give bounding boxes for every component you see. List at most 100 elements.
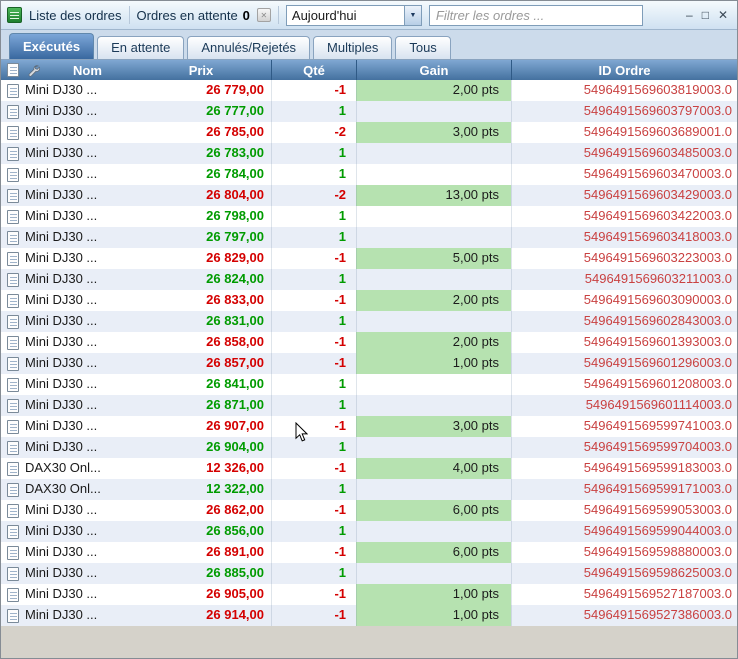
- order-icon-cell: [1, 185, 25, 206]
- tab-tous[interactable]: Tous: [395, 36, 451, 59]
- document-icon: [7, 608, 19, 623]
- order-name: Mini DJ30 ...: [25, 607, 98, 622]
- maximize-button[interactable]: □: [702, 8, 709, 22]
- order-qty: 1: [271, 563, 356, 584]
- tab-multiples[interactable]: Multiples: [313, 36, 393, 59]
- filter-orders-input[interactable]: [428, 4, 643, 26]
- order-name: Mini DJ30 ...: [25, 418, 98, 433]
- order-id: 5496491569599741003.0: [511, 416, 737, 437]
- order-row[interactable]: Mini DJ30 ... 26 833,00 -1 2,00 pts 5496…: [1, 290, 737, 311]
- order-row[interactable]: Mini DJ30 ... 26 841,00 1 54964915696012…: [1, 374, 737, 395]
- order-row[interactable]: Mini DJ30 ... 26 858,00 -1 2,00 pts 5496…: [1, 332, 737, 353]
- order-icon-cell: [1, 269, 25, 290]
- minimize-button[interactable]: –: [686, 8, 693, 22]
- table-header: Nom Prix Qté Gain ID Ordre: [1, 60, 737, 80]
- order-row[interactable]: Mini DJ30 ... 26 862,00 -1 6,00 pts 5496…: [1, 500, 737, 521]
- tab-en-attente[interactable]: En attente: [97, 36, 185, 59]
- order-qty: 1: [271, 269, 356, 290]
- order-price: 26 824,00: [206, 271, 264, 286]
- order-icon-cell: [1, 584, 25, 605]
- column-header-gain[interactable]: Gain: [356, 60, 511, 80]
- chevron-down-icon[interactable]: ▼: [403, 5, 421, 25]
- pending-close-icon[interactable]: ✕: [256, 8, 271, 22]
- order-row[interactable]: Mini DJ30 ... 26 797,00 1 54964915696034…: [1, 227, 737, 248]
- pending-orders-label: Ordres en attente: [136, 7, 238, 23]
- order-row[interactable]: Mini DJ30 ... 26 824,00 1 54964915696032…: [1, 269, 737, 290]
- column-header-prix[interactable]: Prix: [131, 60, 271, 80]
- order-name: Mini DJ30 ...: [25, 187, 98, 202]
- order-row[interactable]: Mini DJ30 ... 26 905,00 -1 1,00 pts 5496…: [1, 584, 737, 605]
- order-row[interactable]: Mini DJ30 ... 26 777,00 1 54964915696037…: [1, 101, 737, 122]
- order-price: 26 856,00: [206, 523, 264, 538]
- document-icon: [7, 272, 19, 287]
- order-id: 5496491569603418003.0: [511, 227, 737, 248]
- order-row[interactable]: Mini DJ30 ... 26 857,00 -1 1,00 pts 5496…: [1, 353, 737, 374]
- order-price: 26 871,00: [206, 397, 264, 412]
- order-price: 26 891,00: [206, 544, 264, 559]
- close-button[interactable]: ✕: [718, 8, 728, 22]
- column-header-nom[interactable]: Nom: [25, 60, 131, 80]
- order-icon-cell: [1, 437, 25, 458]
- order-price: 26 797,00: [206, 229, 264, 244]
- order-row[interactable]: Mini DJ30 ... 26 885,00 1 54964915695986…: [1, 563, 737, 584]
- order-id: 5496491569602843003.0: [511, 311, 737, 332]
- order-icon-cell: [1, 290, 25, 311]
- document-icon: [7, 566, 19, 581]
- tab-executes[interactable]: Exécutés: [9, 33, 95, 59]
- titlebar-separator: [128, 6, 130, 24]
- order-row[interactable]: Mini DJ30 ... 26 783,00 1 54964915696034…: [1, 143, 737, 164]
- header-icon-cell[interactable]: [1, 60, 25, 80]
- order-gain: [356, 206, 511, 227]
- order-row[interactable]: Mini DJ30 ... 26 907,00 -1 3,00 pts 5496…: [1, 416, 737, 437]
- document-icon: [7, 293, 19, 308]
- order-row[interactable]: Mini DJ30 ... 26 798,00 1 54964915696034…: [1, 206, 737, 227]
- order-row[interactable]: DAX30 Onl... 12 322,00 1 549649156959917…: [1, 479, 737, 500]
- orders-table: Nom Prix Qté Gain ID Ordre Mini DJ30 ...…: [1, 60, 737, 626]
- column-header-id-ordre[interactable]: ID Ordre: [511, 60, 737, 80]
- order-name: Mini DJ30 ...: [25, 208, 98, 223]
- order-icon-cell: [1, 143, 25, 164]
- order-id: 5496491569601114003.0: [511, 395, 737, 416]
- period-dropdown[interactable]: Aujourd'hui ▼: [285, 4, 422, 26]
- document-icon: [7, 167, 19, 182]
- order-gain: [356, 164, 511, 185]
- order-id: 5496491569598625003.0: [511, 563, 737, 584]
- titlebar-separator: [277, 6, 279, 24]
- order-row[interactable]: Mini DJ30 ... 26 784,00 1 54964915696034…: [1, 164, 737, 185]
- order-id: 5496491569603223003.0: [511, 248, 737, 269]
- order-id: 5496491569603422003.0: [511, 206, 737, 227]
- order-id: 5496491569599053003.0: [511, 500, 737, 521]
- tab-annules-rejetes[interactable]: Annulés/Rejetés: [187, 36, 311, 59]
- column-header-qte[interactable]: Qté: [271, 60, 356, 80]
- order-id: 5496491569599183003.0: [511, 458, 737, 479]
- order-id: 5496491569527187003.0: [511, 584, 737, 605]
- order-gain: 3,00 pts: [356, 416, 511, 437]
- order-name: Mini DJ30 ...: [25, 124, 98, 139]
- order-id: 5496491569603090003.0: [511, 290, 737, 311]
- order-qty: -1: [271, 500, 356, 521]
- order-icon-cell: [1, 206, 25, 227]
- order-row[interactable]: Mini DJ30 ... 26 804,00 -2 13,00 pts 549…: [1, 185, 737, 206]
- document-icon: [7, 251, 19, 266]
- document-icon: [7, 209, 19, 224]
- order-id: 5496491569603819003.0: [511, 80, 737, 101]
- order-id: 5496491569527386003.0: [511, 605, 737, 626]
- order-row[interactable]: Mini DJ30 ... 26 829,00 -1 5,00 pts 5496…: [1, 248, 737, 269]
- column-label-gain: Gain: [419, 62, 449, 78]
- order-row[interactable]: Mini DJ30 ... 26 856,00 1 54964915695990…: [1, 521, 737, 542]
- order-gain: 2,00 pts: [356, 290, 511, 311]
- order-row[interactable]: Mini DJ30 ... 26 871,00 1 54964915696011…: [1, 395, 737, 416]
- order-row[interactable]: Mini DJ30 ... 26 831,00 1 54964915696028…: [1, 311, 737, 332]
- order-gain: [356, 521, 511, 542]
- wrench-icon[interactable]: [27, 64, 40, 77]
- order-row[interactable]: Mini DJ30 ... 26 779,00 -1 2,00 pts 5496…: [1, 80, 737, 101]
- order-row[interactable]: DAX30 Onl... 12 326,00 -1 4,00 pts 54964…: [1, 458, 737, 479]
- order-row[interactable]: Mini DJ30 ... 26 914,00 -1 1,00 pts 5496…: [1, 605, 737, 626]
- order-icon-cell: [1, 353, 25, 374]
- order-row[interactable]: Mini DJ30 ... 26 904,00 1 54964915695997…: [1, 437, 737, 458]
- document-icon: [7, 83, 19, 98]
- order-row[interactable]: Mini DJ30 ... 26 785,00 -2 3,00 pts 5496…: [1, 122, 737, 143]
- order-row[interactable]: Mini DJ30 ... 26 891,00 -1 6,00 pts 5496…: [1, 542, 737, 563]
- order-id: 5496491569599704003.0: [511, 437, 737, 458]
- order-qty: 1: [271, 437, 356, 458]
